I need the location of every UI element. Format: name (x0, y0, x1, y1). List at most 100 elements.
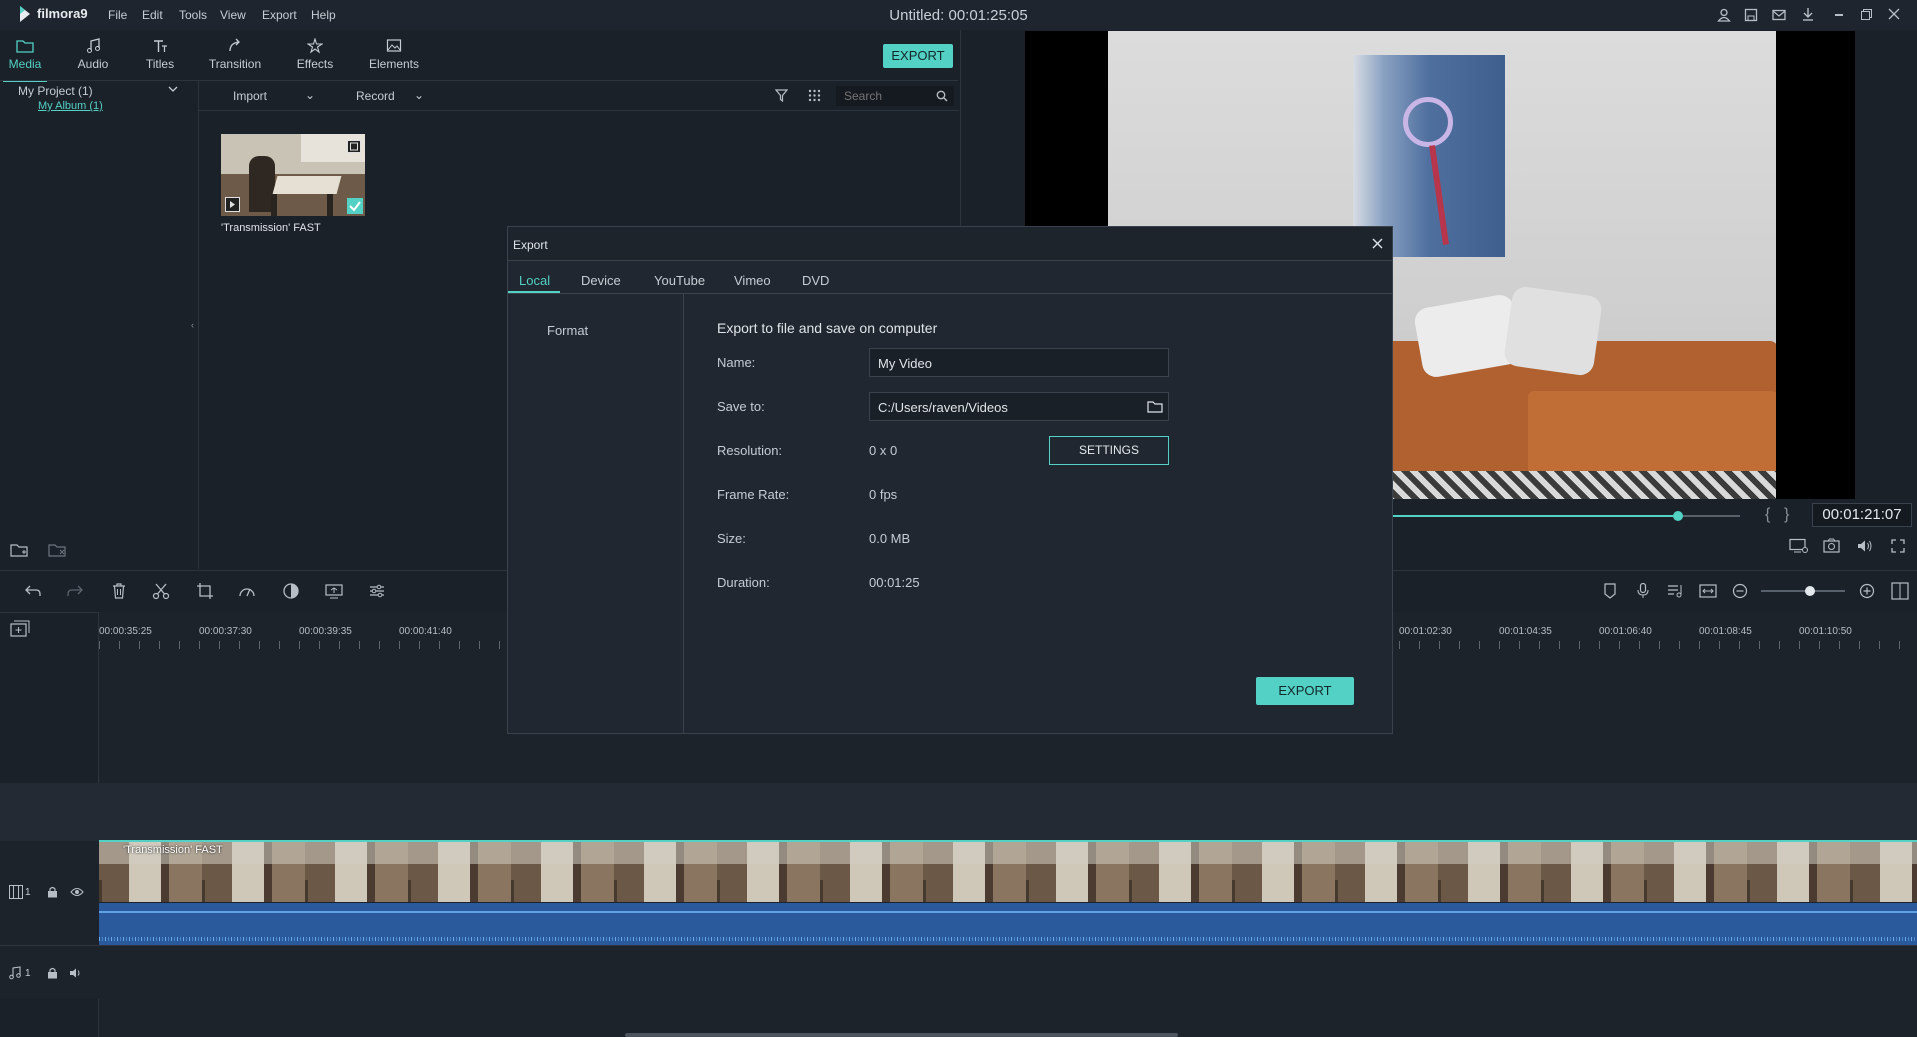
name-field[interactable]: My Video (869, 348, 1169, 377)
format-list-item[interactable]: Format (547, 323, 588, 338)
title-bar: filmora9 File Edit Tools View Export Hel… (0, 0, 1917, 30)
tab-audio[interactable]: Audio (61, 38, 125, 71)
library-divider (199, 110, 959, 111)
eye-icon[interactable] (70, 887, 84, 897)
panel-layout-icon[interactable] (1891, 582, 1909, 600)
restore-icon[interactable] (1861, 9, 1872, 20)
duration-label: Duration: (717, 575, 770, 590)
text-icon (154, 40, 167, 52)
ruler-label: 00:00:35:25 (99, 626, 152, 637)
undo-icon[interactable] (24, 582, 42, 600)
save-to-value: C:/Users/raven/Videos (878, 400, 1008, 415)
tab-vimeo[interactable]: Vimeo (734, 273, 771, 288)
dialog-export-button[interactable]: EXPORT (1256, 677, 1354, 705)
import-label: Import (233, 89, 268, 103)
save-icon[interactable] (1744, 8, 1758, 22)
zoom-out-icon[interactable] (1731, 582, 1749, 600)
redo-icon[interactable] (66, 582, 84, 600)
tab-effects[interactable]: Effects (283, 38, 347, 71)
project-root[interactable]: My Project (1) (18, 84, 93, 98)
dialog-title: Export (513, 238, 548, 252)
record-dropdown[interactable]: Record ⌄ (356, 88, 424, 103)
volume-icon[interactable] (1857, 539, 1873, 553)
zoom-in-icon[interactable] (1858, 582, 1876, 600)
dialog-titlebar (508, 227, 1392, 261)
close-icon[interactable] (1372, 238, 1383, 249)
minimize-icon[interactable] (1835, 14, 1843, 16)
video-clip[interactable]: 'Transmission' FAST (99, 840, 1917, 902)
empty-track-row (0, 783, 1917, 841)
color-icon[interactable] (282, 582, 300, 600)
collapse-arrow-icon[interactable]: ‹ (191, 320, 194, 330)
mark-in-icon[interactable]: { (1765, 506, 1770, 524)
filter-icon[interactable] (775, 89, 788, 102)
search-icon (936, 90, 948, 102)
delete-icon[interactable] (110, 582, 128, 600)
export-button[interactable]: EXPORT (883, 44, 953, 68)
preview-progress-fill (1393, 515, 1678, 517)
size-value: 0.0 MB (869, 531, 911, 546)
adjust-icon[interactable] (368, 582, 386, 600)
tab-device[interactable]: Device (581, 273, 621, 288)
microphone-icon[interactable] (1634, 582, 1652, 600)
tab-local[interactable]: Local (519, 273, 550, 288)
ruler-label: 00:00:39:35 (299, 626, 352, 637)
image-icon (386, 39, 402, 52)
tab-youtube[interactable]: YouTube (654, 273, 705, 288)
dialog-tabs-divider (508, 293, 1392, 294)
green-screen-icon[interactable] (325, 582, 343, 600)
chevron-down-icon[interactable] (168, 85, 178, 93)
tab-dvd[interactable]: DVD (802, 273, 829, 288)
media-thumbnail[interactable] (221, 134, 365, 216)
project-album[interactable]: My Album (1) (38, 100, 103, 112)
search-input[interactable] (836, 86, 932, 106)
name-label: Name: (717, 355, 756, 370)
preview-playhead[interactable] (1672, 511, 1683, 521)
zoom-slider-handle[interactable] (1804, 586, 1815, 596)
lock-icon[interactable] (47, 886, 58, 898)
snapshot-icon[interactable] (1823, 538, 1840, 553)
tab-media[interactable]: Media (0, 38, 57, 82)
crop-icon[interactable] (196, 582, 214, 600)
preview-progress-track[interactable] (1393, 511, 1740, 521)
media-clip-label: 'Transmission' FAST (221, 222, 321, 234)
tab-elements[interactable]: Elements (362, 38, 426, 71)
settings-button[interactable]: SETTINGS (1049, 436, 1169, 465)
preview-timecode: 00:01:21:07 (1812, 503, 1912, 527)
cut-icon[interactable] (152, 582, 170, 600)
display-settings-icon[interactable] (1789, 538, 1809, 554)
search-box[interactable] (836, 86, 954, 106)
tab-transition[interactable]: Transition (203, 38, 267, 71)
ruler-label: 00:01:08:45 (1699, 626, 1752, 637)
folder-icon[interactable] (1147, 400, 1163, 413)
account-icon[interactable] (1717, 8, 1731, 22)
tab-titles[interactable]: Titles (128, 38, 192, 71)
grid-view-icon[interactable] (808, 89, 821, 102)
timeline-scrollbar[interactable] (625, 1033, 1178, 1037)
ruler-ticks-left (99, 641, 504, 649)
speaker-icon[interactable] (69, 967, 83, 979)
video-clip-audio-waveform[interactable] (99, 903, 1917, 945)
resolution-label: Resolution: (717, 443, 783, 458)
fullscreen-icon[interactable] (1891, 539, 1905, 553)
ruler-label: 00:00:41:40 (399, 626, 452, 637)
voiceover-icon[interactable] (1666, 582, 1684, 600)
audio-track-row (0, 945, 1917, 999)
mark-out-icon[interactable]: } (1784, 506, 1789, 524)
zoom-slider[interactable] (1761, 586, 1845, 596)
import-dropdown[interactable]: Import ⌄ (233, 88, 315, 103)
delete-folder-icon[interactable] (48, 542, 68, 558)
lock-icon[interactable] (47, 967, 58, 979)
close-window-icon[interactable] (1888, 8, 1900, 20)
save-to-field[interactable]: C:/Users/raven/Videos (869, 392, 1169, 421)
effects-icon (307, 38, 323, 54)
duration-value: 00:01:25 (869, 575, 920, 590)
mail-icon[interactable] (1772, 8, 1786, 22)
resolution-value: 0 x 0 (869, 443, 898, 458)
window-title: Untitled: 00:01:25:05 (889, 7, 1028, 24)
download-icon[interactable] (1801, 7, 1815, 22)
speed-icon[interactable] (238, 582, 256, 600)
marker-icon[interactable] (1601, 582, 1619, 600)
new-folder-icon[interactable] (10, 542, 30, 558)
fit-timeline-icon[interactable] (1699, 582, 1717, 600)
